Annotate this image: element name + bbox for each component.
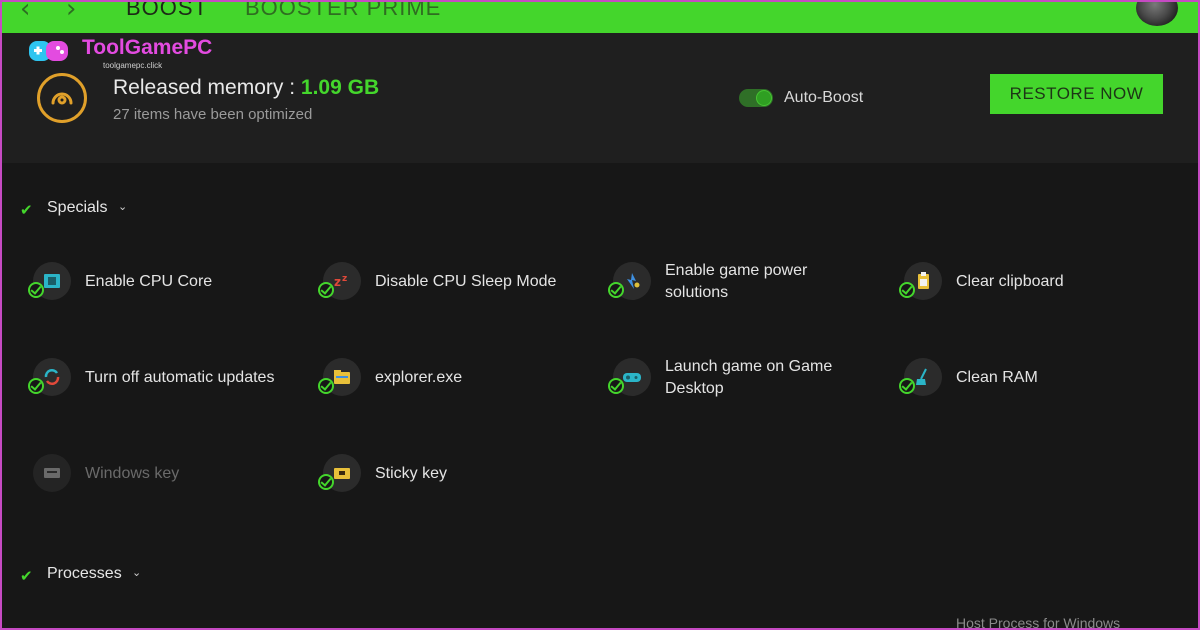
enabled-check-icon [318, 378, 334, 394]
item-label: Clear clipboard [956, 273, 1064, 290]
auto-boost-toggle[interactable] [739, 89, 773, 107]
special-item-clear-clipboard[interactable]: Clear clipboard [899, 258, 1174, 306]
svg-text:z: z [342, 274, 347, 284]
special-item-sticky-key[interactable]: Sticky key [318, 450, 593, 498]
logo-url: toolgamepc.click [103, 61, 163, 70]
special-item-game-power[interactable]: Enable game power solutions [608, 258, 883, 306]
released-memory-value: 1.09 GB [300, 76, 380, 99]
special-item-windows-key[interactable]: Windows key [33, 450, 303, 498]
enabled-check-icon [28, 378, 44, 394]
item-label: Turn off automatic updates [85, 369, 275, 386]
gamepad-logo-icon [29, 41, 68, 61]
enabled-check-icon [608, 378, 624, 394]
enabled-check-icon [28, 282, 44, 298]
special-item-enable-cpu-core[interactable]: Enable CPU Core [28, 258, 303, 306]
check-icon: ✔ [20, 568, 33, 585]
chevron-down-icon: ⌄ [132, 567, 142, 579]
item-label: Clean RAM [956, 369, 1038, 386]
process-item-host-process[interactable]: Host Process for Windows [956, 615, 1120, 630]
user-avatar[interactable] [1136, 0, 1178, 26]
item-label: Enable CPU Core [85, 273, 213, 290]
check-icon: ✔ [20, 202, 33, 219]
item-label: Enable game power solutions [665, 262, 808, 301]
toggle-knob [757, 91, 771, 105]
released-memory-label: Released memory : [113, 76, 301, 99]
logo-name: ToolGamePC [82, 36, 213, 59]
svg-text:z: z [334, 275, 341, 289]
special-item-launch-game-desktop[interactable]: Launch game on Game Desktop [608, 354, 883, 402]
special-item-clean-ram[interactable]: Clean RAM [899, 354, 1174, 402]
tab-boost[interactable]: BOOST [126, 0, 208, 21]
enabled-check-icon [608, 282, 624, 298]
special-item-disable-cpu-sleep[interactable]: zz Disable CPU Sleep Mode [318, 258, 593, 306]
keyboard-icon [33, 454, 71, 492]
auto-boost-label: Auto-Boost [784, 89, 864, 106]
back-arrow-icon[interactable]: ‹ [20, 0, 30, 24]
item-label: Disable CPU Sleep Mode [375, 273, 557, 290]
enabled-check-icon [318, 474, 334, 490]
razer-cortex-window: ‹ › BOOST BOOSTER PRIME ToolGamePC toolg… [0, 0, 1200, 630]
processes-title: Processes [47, 565, 122, 582]
item-label: explorer.exe [375, 369, 463, 386]
enabled-check-icon [899, 282, 915, 298]
item-label: Launch game on Game Desktop [665, 358, 833, 397]
item-label: Sticky key [375, 465, 448, 482]
forward-arrow-icon[interactable]: › [66, 0, 76, 24]
enabled-check-icon [899, 378, 915, 394]
special-item-turn-off-updates[interactable]: Turn off automatic updates [28, 354, 303, 402]
special-item-explorer-exe[interactable]: explorer.exe [318, 354, 593, 402]
released-memory-title: Released memory : 1.09 GB [113, 76, 379, 100]
optimized-count-text: 27 items have been optimized [113, 106, 313, 123]
tab-booster-prime[interactable]: BOOSTER PRIME [245, 0, 441, 21]
enabled-check-icon [318, 282, 334, 298]
top-nav-bar: ‹ › BOOST BOOSTER PRIME [0, 0, 1200, 33]
specials-title: Specials [47, 199, 108, 216]
boost-summary-panel: ToolGamePC toolgamepc.click Released mem… [0, 33, 1200, 163]
memory-ring-icon [37, 73, 87, 123]
chevron-down-icon: ⌄ [118, 201, 128, 213]
restore-now-button[interactable]: RESTORE NOW [990, 74, 1163, 114]
item-label: Windows key [85, 465, 180, 482]
